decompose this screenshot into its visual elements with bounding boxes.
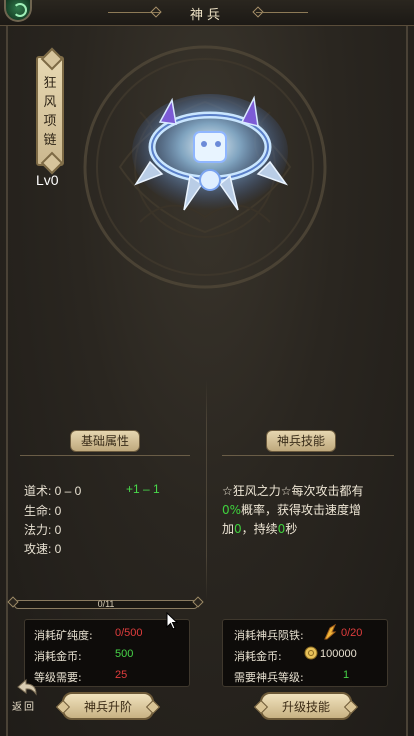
screen: 神兵 狂风项链 Lv0 基础属性 道术: 0 – 0 +1 – 1 生命: 0 … xyxy=(0,0,414,736)
upgrade-progress-text: 0/11 xyxy=(97,599,115,609)
skill-chance: 0% xyxy=(222,503,242,517)
attributes-underline xyxy=(20,455,190,456)
gold-coin-icon xyxy=(304,646,318,660)
skill-gold-value: 100000 xyxy=(320,648,357,660)
skill-level-value: 1 xyxy=(343,669,350,681)
skill-desc-part3: 加 xyxy=(222,522,235,536)
attributes-header: 基础属性 xyxy=(70,430,141,452)
page-title: 神兵 xyxy=(189,8,224,23)
upgrade-artifact-button[interactable]: 神兵升阶 xyxy=(62,692,154,720)
skill-cost-box: 消耗神兵陨铁: 0/20 消耗金币: 100000 需要神兵等级: 1 xyxy=(222,619,388,687)
back-label: 返回 xyxy=(12,702,36,713)
title-bar: 神兵 xyxy=(0,0,414,26)
skill-level-label: 需要神兵等级: xyxy=(234,671,304,684)
skill-desc-part2: 概率，获得攻击速度增 xyxy=(241,503,362,517)
meteor-iron-label: 消耗神兵陨铁: xyxy=(234,629,304,642)
purity-value: 0/500 xyxy=(115,627,143,639)
necklace-artifact-icon[interactable] xyxy=(130,92,290,222)
skill-header: 神兵技能 xyxy=(266,430,337,452)
attributes-title: 基础属性 xyxy=(70,430,141,452)
skill-desc-part4: ，持续 xyxy=(241,522,278,536)
skill-gold-label: 消耗金币: xyxy=(234,650,282,663)
attr-mana: 法力: 0 xyxy=(24,523,62,537)
meteor-iron-icon xyxy=(324,624,337,640)
skill-title: 神兵技能 xyxy=(266,430,337,452)
upgrade-gold-label: 消耗金币: xyxy=(34,650,82,663)
back-arrow-icon xyxy=(17,678,37,696)
attr-taoism-bonus: +1 – 1 xyxy=(126,482,160,496)
attr-hp: 生命: 0 xyxy=(24,504,62,518)
artifact-name: 狂风项链 xyxy=(43,76,57,148)
upgrade-skill-button[interactable]: 升级技能 xyxy=(260,692,352,720)
level-required-value: 25 xyxy=(115,669,128,681)
attr-attack-speed: 攻速: 0 xyxy=(24,542,62,556)
meteor-iron-value: 0/20 xyxy=(341,627,363,639)
mouse-cursor-icon xyxy=(166,612,178,630)
purity-label: 消耗矿纯度: xyxy=(34,629,93,642)
skill-description: ☆狂风之力☆每次攻击都有 0%概率，获得攻击速度增 加0，持续0秒 xyxy=(222,482,392,539)
skill-desc-part5: 秒 xyxy=(285,522,298,536)
skill-bonus-value: 0 xyxy=(234,522,242,536)
skill-underline xyxy=(222,455,394,456)
upgrade-gold-value: 500 xyxy=(115,648,134,660)
attr-taoism: 道术: 0 – 0 xyxy=(24,484,82,498)
column-divider xyxy=(206,380,207,600)
artifact-level: Lv0 xyxy=(36,172,59,188)
back-button[interactable]: 返回 xyxy=(8,678,44,718)
artifact-name-plate: 狂风项链 xyxy=(36,56,64,166)
skill-desc-part1: ☆狂风之力☆每次攻击都有 xyxy=(222,484,364,498)
